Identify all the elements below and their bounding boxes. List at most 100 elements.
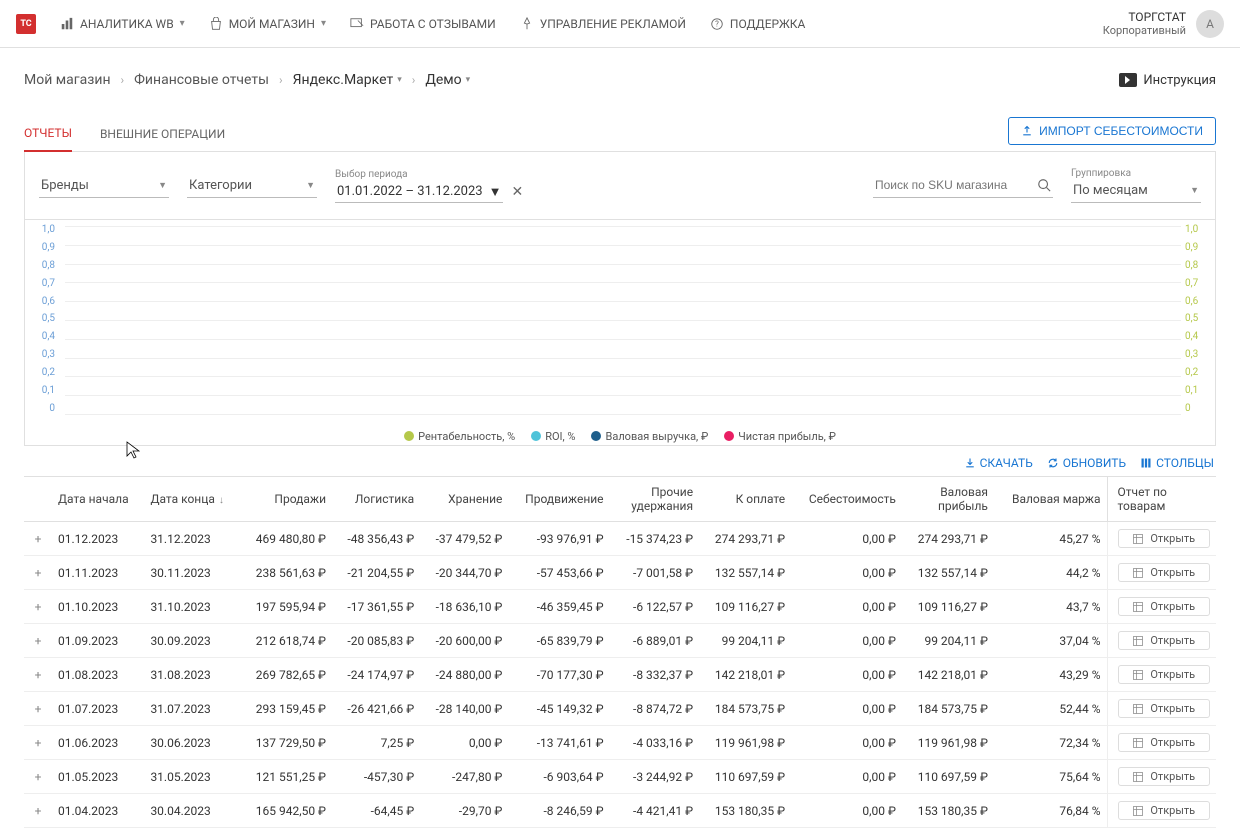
open-report-button[interactable]: Открыть — [1118, 597, 1210, 616]
cell-promo: -57 453,66 ₽ — [508, 556, 609, 590]
cell-end: 31.10.2023 — [144, 590, 240, 624]
col-promo[interactable]: Продвижение — [508, 477, 609, 522]
grouping-select[interactable]: Группировка По месяцам▼ — [1071, 168, 1201, 203]
search-icon — [1037, 177, 1051, 193]
instruction-link[interactable]: Инструкция — [1119, 73, 1216, 88]
nav-reviews[interactable]: РАБОТА С ОТЗЫВАМИ — [350, 17, 496, 31]
col-storage[interactable]: Хранение — [420, 477, 508, 522]
col-other[interactable]: Прочие удержания — [610, 477, 700, 522]
expand-row-icon[interactable]: + — [24, 556, 52, 590]
sku-search[interactable] — [873, 173, 1053, 198]
cell-logistics: -21 204,55 ₽ — [332, 556, 420, 590]
bar-chart-icon — [60, 17, 74, 31]
download-button[interactable]: СКАЧАТЬ — [964, 456, 1033, 470]
cell-cost: 0,00 ₽ — [791, 692, 902, 726]
cell-end: 30.04.2023 — [144, 794, 240, 828]
col-end[interactable]: Дата конца↓ — [144, 477, 240, 522]
brands-select[interactable]: Бренды▼ — [39, 174, 169, 198]
open-report-button[interactable]: Открыть — [1118, 665, 1210, 684]
col-cost[interactable]: Себестоимость — [791, 477, 902, 522]
expand-row-icon[interactable]: + — [24, 658, 52, 692]
expand-row-icon[interactable]: + — [24, 760, 52, 794]
open-report-button[interactable]: Открыть — [1118, 733, 1210, 752]
grouping-label: Группировка — [1071, 168, 1201, 179]
cell-gross-margin: 43,29 % — [994, 658, 1107, 692]
table-row: + 01.11.2023 30.11.2023 238 561,63 ₽ -21… — [24, 556, 1216, 590]
nav-reviews-label: РАБОТА С ОТЗЫВАМИ — [370, 17, 496, 31]
cell-to-pay: 142 218,01 ₽ — [699, 658, 791, 692]
col-start[interactable]: Дата начала — [52, 477, 144, 522]
nav-analytics-label: АНАЛИТИКА WB — [80, 17, 174, 31]
columns-button[interactable]: СТОЛБЦЫ — [1140, 456, 1214, 470]
sku-search-input[interactable] — [875, 178, 1029, 192]
cell-sales: 197 595,94 ₽ — [240, 590, 332, 624]
nav-analytics[interactable]: АНАЛИТИКА WB ▾ — [60, 17, 185, 31]
cell-promo: -65 839,79 ₽ — [508, 624, 609, 658]
expand-row-icon[interactable]: + — [24, 590, 52, 624]
cell-to-pay: 153 180,35 ₽ — [699, 794, 791, 828]
expand-row-icon[interactable]: + — [24, 624, 52, 658]
table-icon — [1132, 805, 1144, 817]
cell-gross-profit: 119 961,98 ₽ — [902, 726, 994, 760]
cell-logistics: -26 421,66 ₽ — [332, 692, 420, 726]
expand-row-icon[interactable]: + — [24, 726, 52, 760]
nav-my-store[interactable]: МОЙ МАГАЗИН ▾ — [209, 17, 326, 31]
avatar[interactable]: A — [1196, 10, 1224, 38]
open-report-button[interactable]: Открыть — [1118, 699, 1210, 718]
chevron-down-icon: ▼ — [158, 180, 167, 191]
cell-cost: 0,00 ₽ — [791, 590, 902, 624]
cell-promo: -93 976,91 ₽ — [508, 522, 609, 556]
tab-reports[interactable]: ОТЧЕТЫ — [24, 116, 72, 152]
company-block: ТОРГСТАТ Корпоративный — [1103, 10, 1186, 37]
col-logistics[interactable]: Логистика — [332, 477, 420, 522]
cell-cost: 0,00 ₽ — [791, 522, 902, 556]
cell-sales: 165 942,50 ₽ — [240, 794, 332, 828]
expand-row-icon[interactable]: + — [24, 794, 52, 828]
chevron-down-icon: ▼ — [306, 180, 315, 191]
crumb-store[interactable]: Демо▾ — [425, 72, 470, 88]
open-report-button[interactable]: Открыть — [1118, 563, 1210, 582]
categories-select[interactable]: Категории▼ — [187, 174, 317, 198]
period-picker[interactable]: Выбор периода 01.01.2022 – 31.12.2023▼ ✕ — [335, 169, 523, 203]
chevron-down-icon: ▼ — [489, 184, 502, 200]
cell-to-pay: 110 697,59 ₽ — [699, 760, 791, 794]
crumb-section[interactable]: Финансовые отчеты — [134, 72, 269, 88]
cell-storage: 0,00 ₽ — [420, 726, 508, 760]
open-report-button[interactable]: Открыть — [1118, 631, 1210, 650]
col-gross-margin[interactable]: Валовая маржа — [994, 477, 1107, 522]
col-sales[interactable]: Продажи — [240, 477, 332, 522]
clear-period-icon[interactable]: ✕ — [511, 184, 523, 200]
table-icon — [1132, 533, 1144, 545]
crumb-root[interactable]: Мой магазин — [24, 72, 111, 88]
tab-external[interactable]: ВНЕШНИЕ ОПЕРАЦИИ — [100, 117, 225, 151]
table-row: + 01.07.2023 31.07.2023 293 159,45 ₽ -26… — [24, 692, 1216, 726]
expand-row-icon[interactable]: + — [24, 522, 52, 556]
cell-gross-profit: 153 180,35 ₽ — [902, 794, 994, 828]
cell-gross-margin: 43,7 % — [994, 590, 1107, 624]
col-to-pay[interactable]: К оплате — [699, 477, 791, 522]
cell-start: 01.06.2023 — [52, 726, 144, 760]
cell-start: 01.10.2023 — [52, 590, 144, 624]
cell-gross-profit: 274 293,71 ₽ — [902, 522, 994, 556]
open-report-button[interactable]: Открыть — [1118, 529, 1210, 548]
table-row: + 01.08.2023 31.08.2023 269 782,65 ₽ -24… — [24, 658, 1216, 692]
breadcrumb: Мой магазин › Финансовые отчеты › Яндекс… — [24, 72, 1216, 88]
chevron-down-icon: ▾ — [397, 75, 402, 85]
nav-ads[interactable]: УПРАВЛЕНИЕ РЕКЛАМОЙ — [520, 17, 686, 31]
open-report-button[interactable]: Открыть — [1118, 801, 1210, 820]
import-cost-button[interactable]: ИМПОРТ СЕБЕСТОИМОСТИ — [1008, 117, 1216, 145]
cell-gross-profit: 109 116,27 ₽ — [902, 590, 994, 624]
nav-support[interactable]: ? ПОДДЕРЖКА — [710, 17, 805, 31]
cell-end: 30.09.2023 — [144, 624, 240, 658]
col-report[interactable]: Отчет по товарам — [1107, 477, 1216, 522]
refresh-button[interactable]: ОБНОВИТЬ — [1047, 456, 1126, 470]
logo[interactable]: ТС — [16, 14, 36, 34]
cell-start: 01.08.2023 — [52, 658, 144, 692]
crumb-marketplace[interactable]: Яндекс.Маркет▾ — [293, 72, 402, 88]
download-icon — [964, 457, 976, 469]
open-report-button[interactable]: Открыть — [1118, 767, 1210, 786]
expand-row-icon[interactable]: + — [24, 692, 52, 726]
filters-bar: Бренды▼ Категории▼ Выбор периода 01.01.2… — [24, 152, 1216, 220]
col-gross-profit[interactable]: Валовая прибыль — [902, 477, 994, 522]
cell-other: -3 244,92 ₽ — [610, 760, 700, 794]
